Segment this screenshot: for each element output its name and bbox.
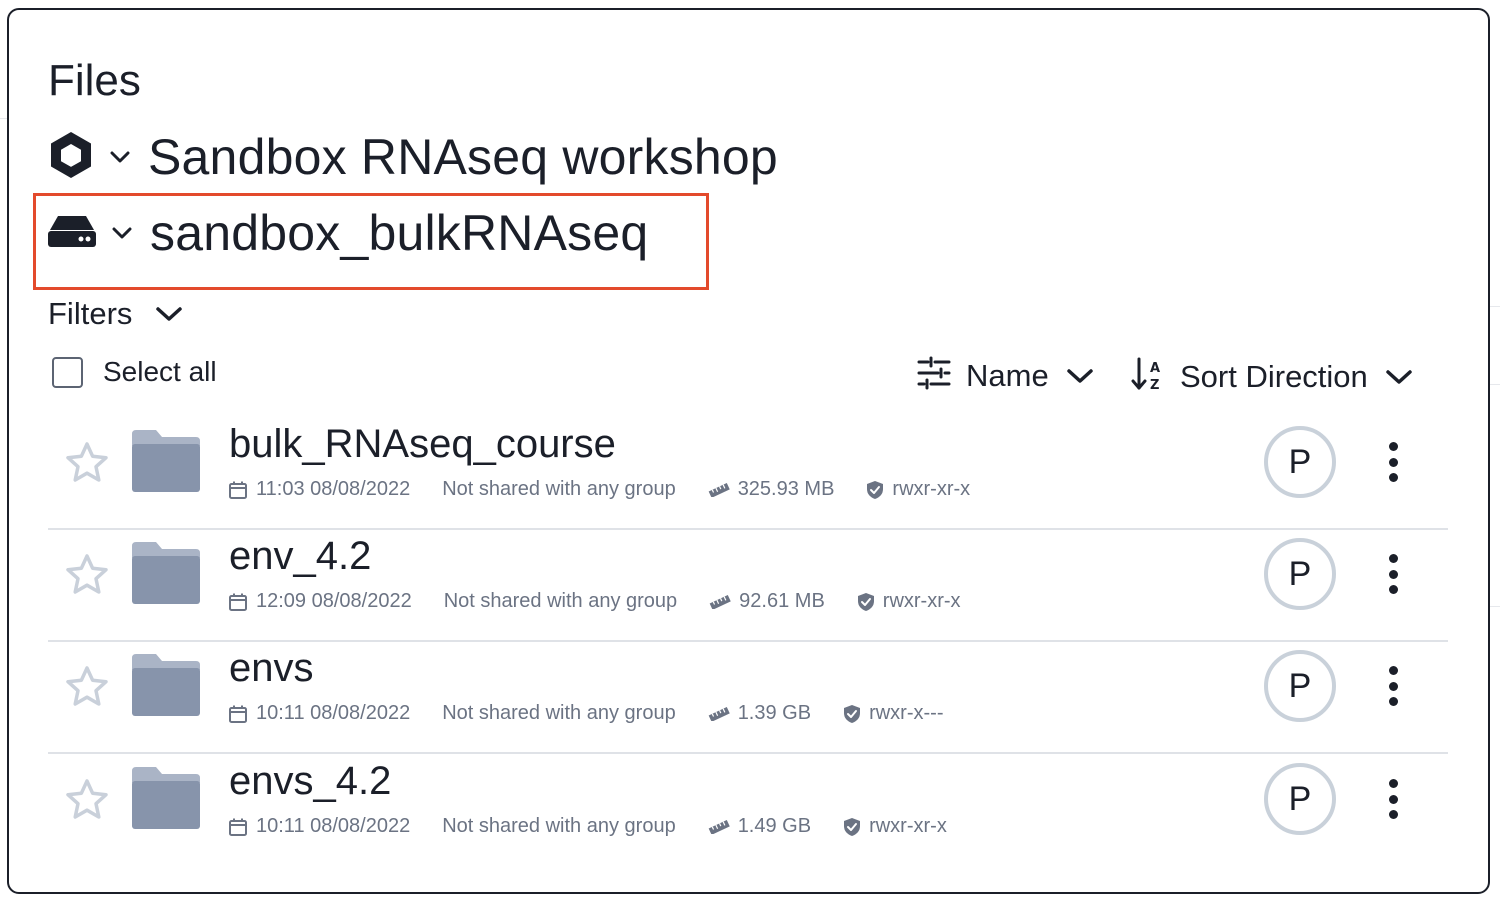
- file-permissions: rwxr-xr-x: [882, 590, 961, 612]
- background-line: [1490, 306, 1500, 307]
- more-options-icon[interactable]: [1378, 662, 1408, 710]
- hexagon-icon: [48, 130, 94, 185]
- sort-field-dropdown[interactable]: Name: [916, 356, 1095, 395]
- chevron-down-icon: [154, 304, 184, 324]
- shield-check-icon: [843, 704, 861, 724]
- star-icon[interactable]: [64, 440, 110, 486]
- star-icon[interactable]: [64, 664, 110, 710]
- file-permissions: rwxr-xr-x: [892, 478, 971, 500]
- file-name[interactable]: envs_4.2: [229, 759, 391, 804]
- file-size: 1.49 GB: [737, 815, 812, 837]
- svg-text:Z: Z: [1150, 378, 1159, 392]
- chevron-down-icon: [1065, 366, 1095, 386]
- file-meta: 10:11 08/08/2022 Not shared with any gro…: [228, 702, 943, 725]
- calendar-icon: [228, 817, 248, 837]
- select-all[interactable]: Select all: [52, 356, 217, 388]
- file-permissions: rwxr-x---: [869, 702, 944, 724]
- file-size: 1.39 GB: [737, 702, 812, 724]
- owner-avatar[interactable]: P: [1264, 763, 1336, 835]
- svg-text:A: A: [1150, 361, 1160, 376]
- ruler-icon: [708, 706, 730, 721]
- more-options-icon[interactable]: [1378, 775, 1408, 823]
- file-name[interactable]: envs: [229, 646, 314, 691]
- shield-check-icon: [843, 817, 861, 837]
- file-row[interactable]: envs_4.2 10:11 08/08/2022 Not shared wit…: [48, 755, 1448, 867]
- chevron-down-icon[interactable]: [108, 149, 132, 165]
- ruler-icon: [709, 594, 731, 609]
- file-meta: 11:03 08/08/2022 Not shared with any gro…: [228, 478, 970, 501]
- select-all-checkbox[interactable]: [52, 356, 83, 388]
- file-permissions: rwxr-xr-x: [869, 815, 947, 837]
- folder-icon: [130, 765, 202, 836]
- storage-name: sandbox_bulkRNAseq: [150, 205, 649, 261]
- project-selector[interactable]: Sandbox RNAseq workshop: [48, 128, 778, 186]
- filters-label: Filters: [48, 296, 133, 331]
- sort-field-label: Name: [966, 357, 1049, 393]
- row-divider: [48, 752, 1448, 754]
- star-icon[interactable]: [64, 552, 110, 598]
- shield-check-icon: [857, 592, 875, 612]
- file-modified: 10:11 08/08/2022: [256, 815, 411, 837]
- ruler-icon: [708, 482, 730, 497]
- background-line: [1490, 384, 1500, 385]
- file-row[interactable]: bulk_RNAseq_course 11:03 08/08/2022 Not …: [48, 418, 1448, 530]
- shield-check-icon: [866, 480, 884, 500]
- file-sharing: Not shared with any group: [442, 815, 676, 837]
- file-meta: 10:11 08/08/2022 Not shared with any gro…: [228, 815, 947, 838]
- file-size: 92.61 MB: [739, 590, 825, 612]
- file-row[interactable]: envs 10:11 08/08/2022 Not shared with an…: [48, 642, 1448, 754]
- more-options-icon[interactable]: [1378, 438, 1408, 486]
- sort-direction-label: Sort Direction: [1180, 358, 1368, 394]
- file-modified: 12:09 08/08/2022: [256, 590, 412, 612]
- file-meta: 12:09 08/08/2022 Not shared with any gro…: [228, 590, 961, 613]
- filters-toggle[interactable]: Filters: [48, 296, 184, 332]
- file-name[interactable]: bulk_RNAseq_course: [229, 422, 616, 467]
- file-sharing: Not shared with any group: [442, 478, 676, 500]
- star-icon[interactable]: [64, 777, 110, 823]
- calendar-icon: [228, 480, 248, 500]
- file-name[interactable]: env_4.2: [229, 534, 371, 579]
- file-modified: 10:11 08/08/2022: [256, 702, 411, 724]
- folder-icon: [130, 652, 202, 723]
- project-name: Sandbox RNAseq workshop: [148, 129, 778, 185]
- drive-icon: [48, 214, 96, 253]
- sliders-icon: [916, 356, 952, 395]
- file-row[interactable]: env_4.2 12:09 08/08/2022 Not shared with…: [48, 530, 1448, 642]
- calendar-icon: [228, 704, 248, 724]
- select-all-label: Select all: [103, 356, 217, 387]
- file-sharing: Not shared with any group: [442, 702, 676, 724]
- calendar-icon: [228, 592, 248, 612]
- page-title: Files: [48, 56, 141, 105]
- background-line: [1490, 606, 1500, 607]
- owner-avatar[interactable]: P: [1264, 426, 1336, 498]
- folder-icon: [130, 428, 202, 499]
- folder-icon: [130, 540, 202, 611]
- ruler-icon: [708, 819, 730, 834]
- more-options-icon[interactable]: [1378, 550, 1408, 598]
- owner-avatar[interactable]: P: [1264, 538, 1336, 610]
- owner-avatar[interactable]: P: [1264, 650, 1336, 722]
- chevron-down-icon[interactable]: [110, 225, 134, 241]
- sort-direction-dropdown[interactable]: A Z Sort Direction: [1130, 356, 1414, 397]
- file-sharing: Not shared with any group: [443, 590, 678, 612]
- sort-alpha-icon: A Z: [1130, 356, 1166, 397]
- file-modified: 11:03 08/08/2022: [256, 478, 411, 500]
- file-size: 325.93 MB: [737, 478, 835, 500]
- storage-selector[interactable]: sandbox_bulkRNAseq: [48, 204, 648, 262]
- chevron-down-icon: [1384, 367, 1414, 387]
